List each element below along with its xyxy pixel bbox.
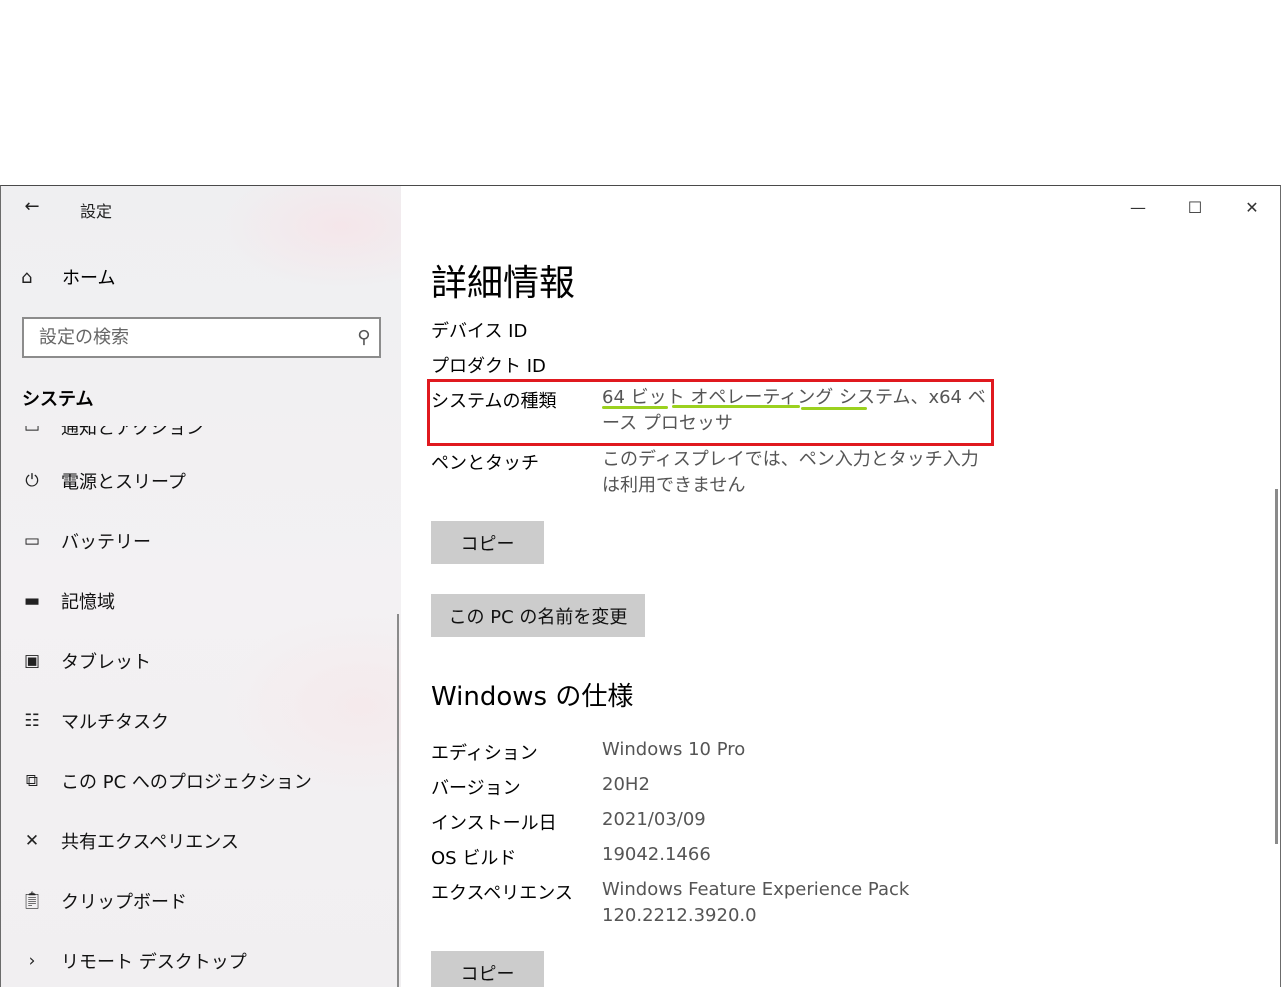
info-key: デバイス ID	[431, 321, 528, 342]
notifications-icon: ▭	[23, 426, 41, 437]
annotation-underline	[602, 406, 668, 409]
info-key: ペンとタッチ	[431, 453, 539, 474]
search-input[interactable]	[24, 326, 349, 349]
close-button[interactable]: ✕	[1232, 196, 1272, 220]
sidebar-item-battery[interactable]: ▭ バッテリー	[21, 526, 151, 556]
page-title: 詳細情報	[431, 263, 576, 304]
spec-key: エディション	[431, 743, 538, 764]
storage-icon: ▬	[23, 591, 41, 611]
sidebar-item-shared-experience[interactable]: ✕ 共有エクスペリエンス	[21, 826, 239, 856]
clipboard-icon: 📋︎	[21, 891, 43, 911]
remote-desktop-icon: ›	[28, 951, 36, 971]
copy-button-2[interactable]: コピー	[431, 951, 544, 987]
sidebar-item-projection[interactable]: ⧉ この PC へのプロジェクション	[21, 766, 312, 796]
sidebar-home[interactable]: ⌂ ホーム	[21, 264, 115, 290]
sidebar-item-label: タブレット	[61, 652, 151, 673]
sidebar-item-label: バッテリー	[61, 532, 151, 553]
battery-icon: ▭	[23, 531, 41, 551]
multitask-icon: ☷	[24, 711, 40, 731]
sidebar-item-remote-desktop[interactable]: › リモート デスクトップ	[21, 946, 247, 976]
highlight-box	[427, 379, 994, 446]
spec-key: エクスペリエンス	[431, 883, 573, 904]
sidebar-nav: ▭ 通知とアクション ⏻ 電源とスリープ ▭ バッテリー ▬ 記憶域 ▣ タブレ…	[1, 426, 397, 987]
sidebar-item-label: マルチタスク	[61, 712, 169, 733]
sidebar-scrollbar[interactable]	[397, 614, 399, 987]
home-icon: ⌂	[21, 266, 33, 288]
power-icon: ⏻	[25, 471, 39, 491]
settings-window: ← 設定 ⌂ ホーム ⚲ システム ▭ 通知とアクション ⏻ 電源とスリープ ▭…	[0, 185, 1281, 987]
tablet-icon: ▣	[23, 651, 41, 671]
spec-value: Windows Feature Experience Pack 120.2212…	[602, 879, 910, 926]
sidebar-item-tablet[interactable]: ▣ タブレット	[21, 646, 151, 676]
sidebar-item-label: 通知とアクション	[61, 426, 205, 439]
section-heading: システム	[22, 389, 94, 410]
spec-value: Windows 10 Pro	[602, 739, 746, 760]
shared-experience-icon: ✕	[24, 831, 40, 851]
sidebar-item-label: クリップボード	[61, 892, 187, 913]
windows-spec-heading: Windows の仕様	[431, 682, 634, 712]
sidebar-item-label: この PC へのプロジェクション	[61, 772, 312, 793]
sidebar-item-notifications[interactable]: ▭ 通知とアクション	[21, 426, 204, 442]
sidebar-item-label: 記憶域	[61, 592, 115, 613]
sidebar-item-multitask[interactable]: ☷ マルチタスク	[21, 706, 169, 736]
search-box[interactable]: ⚲	[22, 317, 381, 358]
projection-icon: ⧉	[25, 771, 39, 791]
annotation-underline	[672, 405, 800, 408]
minimize-button[interactable]: —	[1118, 196, 1158, 220]
spec-key: インストール日	[431, 813, 557, 834]
sidebar-item-label: 電源とスリープ	[61, 472, 186, 493]
sidebar-item-clipboard[interactable]: 📋︎ クリップボード	[21, 886, 187, 916]
sidebar-item-label: 共有エクスペリエンス	[61, 832, 239, 853]
rename-pc-button[interactable]: この PC の名前を変更	[431, 594, 645, 637]
content-scrollbar[interactable]	[1275, 489, 1278, 844]
spec-value: 2021/03/09	[602, 809, 706, 830]
info-value: このディスプレイでは、ペン入力とタッチ入力は利用できません	[602, 449, 979, 496]
spec-key: バージョン	[431, 778, 521, 799]
sidebar-home-label: ホーム	[62, 268, 116, 289]
copy-button[interactable]: コピー	[431, 521, 544, 564]
sidebar-item-power[interactable]: ⏻ 電源とスリープ	[21, 466, 186, 496]
spec-value: 19042.1466	[602, 844, 711, 865]
annotation-underline	[801, 407, 867, 410]
sidebar-item-label: リモート デスクトップ	[61, 952, 247, 973]
back-arrow-icon[interactable]: ←	[21, 196, 43, 218]
search-icon[interactable]: ⚲	[349, 327, 379, 348]
info-key: プロダクト ID	[431, 356, 546, 377]
sidebar-item-storage[interactable]: ▬ 記憶域	[21, 586, 115, 616]
main-content: — ☐ ✕ 詳細情報 デバイス ID プロダクト ID システムの種類 64 ビ…	[401, 186, 1280, 987]
app-title: 設定	[80, 202, 113, 221]
spec-key: OS ビルド	[431, 848, 517, 869]
maximize-button[interactable]: ☐	[1175, 196, 1215, 220]
sidebar: ← 設定 ⌂ ホーム ⚲ システム ▭ 通知とアクション ⏻ 電源とスリープ ▭…	[1, 186, 401, 987]
spec-value: 20H2	[602, 774, 650, 795]
